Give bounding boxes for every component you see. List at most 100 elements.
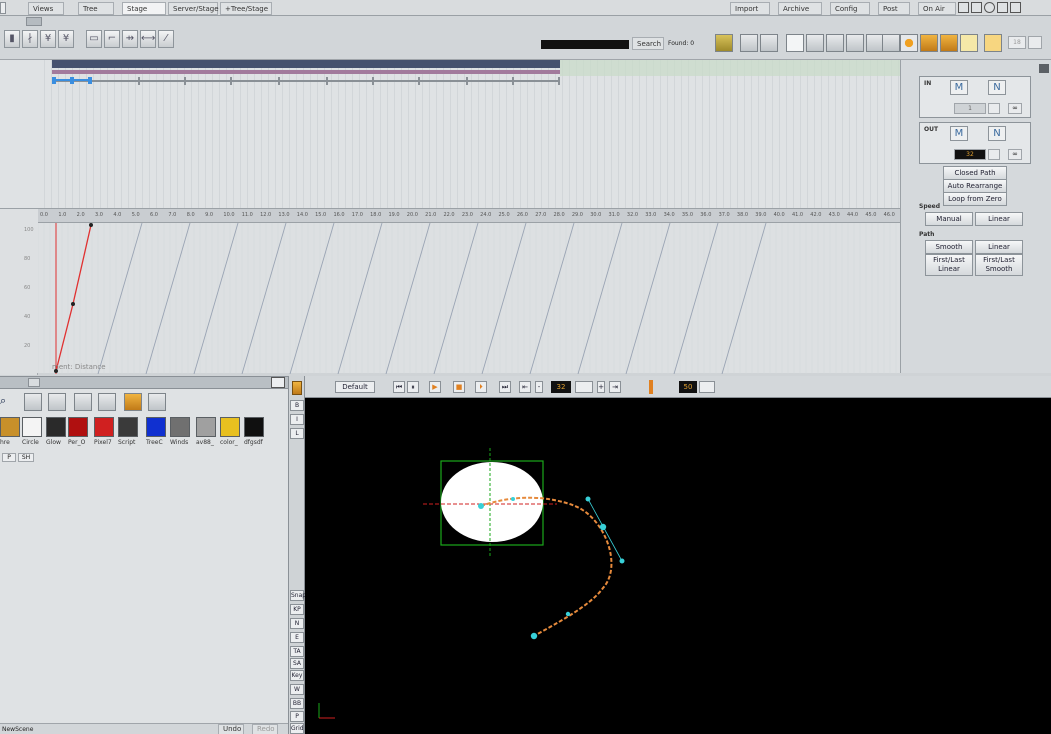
keyframe-tick[interactable] (230, 77, 232, 85)
tab-sh[interactable]: SH (18, 453, 34, 462)
tab-stage[interactable]: Stage (122, 2, 166, 15)
key-out-tool-icon[interactable]: ¥ (58, 30, 74, 48)
prev-key-icon[interactable]: ⇤ (519, 381, 531, 393)
paste-tool-icon[interactable]: ▮ (4, 30, 20, 48)
dim-tool-icon[interactable]: ⌐ (104, 30, 120, 48)
out-stepper[interactable] (988, 149, 1000, 160)
in-value-field[interactable]: 1 (954, 103, 986, 114)
keyframe-icon[interactable] (740, 34, 758, 52)
range-tool-icon[interactable]: ⟷ (140, 30, 156, 48)
box-icon[interactable] (984, 34, 1002, 52)
scene-canvas[interactable] (305, 398, 1051, 734)
chevron-down-icon[interactable] (28, 378, 40, 387)
tangent-point-in[interactable] (585, 496, 591, 502)
out-value-field[interactable]: 32 (954, 149, 986, 160)
tab-on-air[interactable]: On Air (918, 2, 956, 15)
play-icon[interactable]: ▶ (429, 381, 441, 393)
first-last-smooth-button[interactable]: First/Last Smooth (975, 254, 1023, 276)
select-tool-icon[interactable]: ▭ (86, 30, 102, 48)
closed-path-button[interactable]: Closed Path (943, 166, 1007, 180)
frame-field[interactable]: 32 (551, 381, 571, 393)
graph-in-icon[interactable] (806, 34, 824, 52)
thumbnail-dfgsdf[interactable] (244, 417, 264, 437)
first-last-linear-button[interactable]: First/Last Linear (925, 254, 973, 276)
key-in-tool-icon[interactable]: ¥ (40, 30, 56, 48)
marker-icon[interactable] (649, 380, 653, 394)
loop-from-zero-button[interactable]: Loop from Zero (943, 192, 1007, 206)
tangent-handle[interactable] (587, 498, 623, 562)
curve-keyframe[interactable] (71, 302, 75, 306)
record-icon[interactable] (900, 34, 918, 52)
thumbnail-pixel7[interactable] (94, 417, 114, 437)
tab-server-stage[interactable]: Server/Stage (168, 2, 219, 15)
keyframe-point[interactable] (599, 523, 607, 531)
search-icon[interactable]: ⌕ (0, 395, 12, 409)
tab-views[interactable]: Views (28, 2, 64, 15)
help-icon[interactable] (984, 2, 995, 13)
in-stepper[interactable] (988, 103, 1000, 114)
redo-button[interactable]: Redo (252, 724, 278, 734)
auto-rearrange-button[interactable]: Auto Rearrange (943, 179, 1007, 193)
undo-button[interactable]: Undo (218, 724, 244, 734)
path-handle[interactable] (565, 611, 571, 617)
path-smooth-button[interactable]: Smooth (925, 240, 973, 254)
keys-icon[interactable] (940, 34, 958, 52)
keyframe-tick[interactable] (512, 77, 514, 85)
graph-out-icon[interactable] (826, 34, 844, 52)
tree-view-icon[interactable] (74, 393, 92, 411)
end-keyframe-point[interactable] (530, 632, 538, 640)
out-step-icon[interactable]: N (988, 126, 1006, 141)
frame-stepper[interactable] (575, 381, 593, 393)
ta-button[interactable]: TA (290, 646, 304, 657)
lock-icon[interactable] (920, 34, 938, 52)
stop-icon[interactable]: ■ (453, 381, 465, 393)
keyframe-tick[interactable] (372, 77, 374, 85)
value-stepper[interactable] (1028, 36, 1042, 49)
curve-keyframe[interactable] (89, 223, 93, 227)
start-handle[interactable] (511, 497, 515, 501)
out-ease-icon[interactable]: M (950, 126, 968, 141)
tab-post[interactable]: Post (878, 2, 910, 15)
thumbnail-treec[interactable] (146, 417, 166, 437)
keyframe-tick[interactable] (138, 77, 140, 85)
tab-p[interactable]: P (2, 453, 16, 462)
thumbnail-av88-[interactable] (196, 417, 216, 437)
keyframe-tick[interactable] (558, 77, 560, 85)
thumbnail-color-[interactable] (220, 417, 240, 437)
close-icon[interactable] (1010, 2, 1021, 13)
collapse-icon[interactable] (26, 17, 42, 26)
default-camera-button[interactable]: Default (335, 381, 375, 393)
p-button[interactable]: P (290, 711, 304, 722)
thumbnail-script[interactable] (118, 417, 138, 437)
list-view-icon[interactable] (48, 393, 66, 411)
in-step-icon[interactable]: N (988, 80, 1006, 95)
in-infinity-button[interactable]: ∞ (1008, 103, 1022, 114)
tab-tree[interactable]: Tree (78, 2, 114, 15)
keyframe-tick[interactable] (184, 77, 186, 85)
grid-icon[interactable] (715, 34, 733, 52)
tab-archive[interactable]: Archive (778, 2, 822, 15)
curve-graph[interactable] (38, 223, 900, 374)
thumbnail-glow[interactable] (46, 417, 66, 437)
trash-icon[interactable] (292, 381, 302, 395)
thumbnail-per-o[interactable] (68, 417, 88, 437)
play-forward-icon[interactable]: ⏵ (475, 381, 487, 393)
curve-view-icon[interactable] (760, 34, 778, 52)
panel-menu-icon[interactable] (271, 377, 285, 388)
circle-object[interactable] (441, 462, 543, 542)
stretch-tool-icon[interactable]: ⇸ (122, 30, 138, 48)
search-button[interactable]: Search (632, 37, 664, 50)
timeline-range-bar[interactable] (52, 60, 560, 68)
keyframe-tick[interactable] (278, 77, 280, 85)
e-button[interactable]: E (290, 632, 304, 643)
in-ease-icon[interactable]: M (950, 80, 968, 95)
image-icon[interactable] (124, 393, 142, 411)
tangent-point-out[interactable] (619, 558, 625, 564)
end-frame-stepper[interactable] (699, 381, 715, 393)
grid-button[interactable]: Grid (290, 723, 304, 734)
folder-view-icon[interactable] (24, 393, 42, 411)
kp-button[interactable]: KP (290, 604, 304, 615)
key-button[interactable]: Key (290, 670, 304, 681)
step-back-icon[interactable]: ⏸ (407, 381, 419, 393)
plus-icon[interactable]: + (597, 381, 605, 393)
